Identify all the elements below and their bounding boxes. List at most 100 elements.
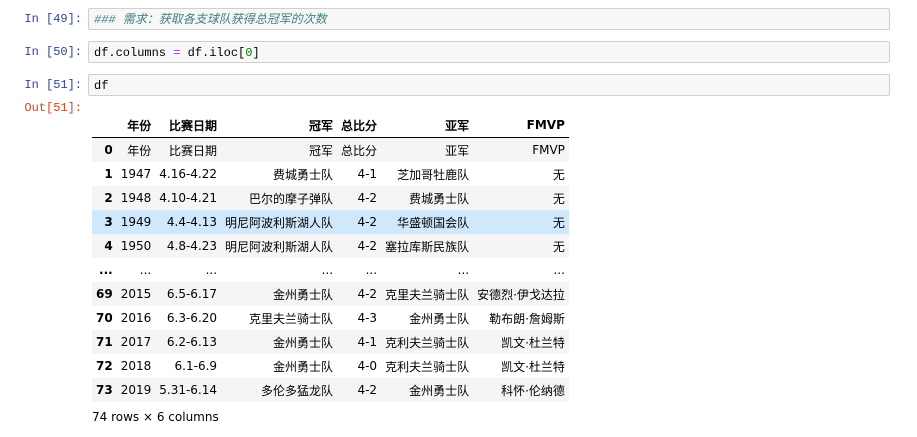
table-row: 71 2017 6.2-6.13 金州勇士队 4-1 克利夫兰骑士队 凯文·杜兰特 [92, 330, 569, 354]
table-cell: 1947 [120, 167, 152, 181]
input-prompt: In [50]: [24, 45, 82, 59]
table-cell: 6.5-6.17 [166, 287, 218, 301]
column-header: 总比分 [337, 113, 382, 138]
table-cell: 6.1-6.9 [174, 359, 218, 373]
table-cell: 芝加哥牡鹿队 [397, 167, 470, 182]
row-index: 0 [104, 143, 113, 157]
table-cell: 科怀·伦纳德 [501, 383, 565, 398]
table-cell: 4-1 [357, 335, 378, 349]
table-cell: 2017 [120, 335, 152, 349]
table-cell: 费城勇士队 [409, 191, 470, 206]
table-cell: 4-2 [357, 191, 378, 205]
table-cell: 总比分 [341, 143, 378, 158]
table-cell: 4-0 [357, 359, 378, 373]
row-index: 4 [104, 239, 113, 253]
table-cell: 凯文·杜兰特 [501, 359, 565, 374]
table-row: 1 1947 4.16-4.22 费城勇士队 4-1 芝加哥牡鹿队 无 [92, 162, 569, 186]
table-cell: 1950 [120, 239, 152, 253]
table-cell: 明尼阿波利斯湖人队 [225, 215, 334, 230]
input-prompt: In [51]: [24, 78, 82, 92]
table-row: ..................... [92, 258, 569, 282]
code-token: df.columns [94, 46, 174, 60]
code-token: df [94, 79, 109, 93]
column-header: 年份 [116, 113, 156, 138]
table-cell: 安德烈·伊戈达拉 [477, 287, 565, 302]
table-cell: 4-2 [357, 287, 378, 301]
table-cell: 无 [552, 191, 565, 206]
row-index: 3 [104, 215, 113, 229]
table-cell: 金州勇士队 [409, 383, 470, 398]
code-token: df.iloc[ [180, 46, 246, 60]
column-header: FMVP [473, 113, 569, 138]
table-cell: 4.4-4.13 [166, 215, 218, 229]
table-cell: 1948 [120, 191, 152, 205]
table-row: 3 1949 4.4-4.13 明尼阿波利斯湖人队 4-2 华盛顿国会队 无 [92, 210, 569, 234]
table-cell: ... [553, 263, 565, 277]
table-cell: ... [457, 263, 470, 277]
table-cell: 冠军 [309, 143, 334, 158]
code-editor[interactable]: ### 需求：获取各支球队获得总冠军的次数 [88, 8, 890, 30]
dataframe-table: 年份 比赛日期 冠军 总比分 亚军 FMVP 0 年份 比赛日期 冠军 总比分 亚军 FMVP 1 194… [92, 113, 569, 402]
code-editor[interactable]: df [88, 74, 890, 96]
table-cell: 明尼阿波利斯湖人队 [225, 239, 334, 254]
code-token: ### 需求：获取各支球队获得总冠军的次数 [94, 13, 327, 27]
table-cell: 金州勇士队 [409, 311, 470, 326]
table-cell: 年份 [127, 143, 152, 158]
table-cell: 6.3-6.20 [166, 311, 218, 325]
table-cell: 克利夫兰骑士队 [385, 335, 470, 350]
table-cell: 费城勇士队 [273, 167, 334, 182]
table-cell: 多伦多猛龙队 [261, 383, 334, 398]
row-index: 71 [96, 335, 113, 349]
index-header [92, 113, 117, 138]
table-cell: 金州勇士队 [273, 287, 334, 302]
table-header-row: 年份 比赛日期 冠军 总比分 亚军 FMVP [92, 113, 569, 138]
table-cell: 凯文·杜兰特 [501, 335, 565, 350]
output-prompt: Out[51]: [24, 101, 82, 115]
table-cell: 2015 [120, 287, 152, 301]
table-row: 70 2016 6.3-6.20 克里夫兰骑士队 4-3 金州勇士队 勒布朗·詹姆斯 [92, 306, 569, 330]
row-index: 72 [96, 359, 113, 373]
table-cell: ... [365, 263, 378, 277]
table-cell: 比赛日期 [169, 143, 218, 158]
table-cell: 金州勇士队 [273, 359, 334, 374]
row-index: 2 [104, 191, 113, 205]
row-index: ... [99, 263, 113, 277]
table-cell: 无 [552, 239, 565, 254]
row-index: 69 [96, 287, 113, 301]
input-prompt: In [49]: [24, 12, 82, 26]
table-row: 0 年份 比赛日期 冠军 总比分 亚军 FMVP [92, 137, 569, 162]
table-cell: 无 [552, 215, 565, 230]
table-cell: 克里夫兰骑士队 [385, 287, 470, 302]
table-cell: 4-2 [357, 239, 378, 253]
table-cell: 亚军 [445, 143, 470, 158]
table-cell: 4.10-4.21 [159, 191, 218, 205]
table-cell: 4-3 [357, 311, 378, 325]
table-cell: 塞拉库斯民族队 [385, 239, 470, 254]
table-cell: 克里夫兰骑士队 [249, 311, 334, 326]
table-row: 72 2018 6.1-6.9 金州勇士队 4-0 克利夫兰骑士队 凯文·杜兰特 [92, 354, 569, 378]
table-cell: 金州勇士队 [273, 335, 334, 350]
row-index: 1 [104, 167, 113, 181]
table-cell: 4.16-4.22 [159, 167, 218, 181]
table-cell: 克利夫兰骑士队 [385, 359, 470, 374]
table-cell: 勒布朗·詹姆斯 [489, 311, 565, 326]
table-row: 2 1948 4.10-4.21 巴尔的摩子弹队 4-2 费城勇士队 无 [92, 186, 569, 210]
dataframe-shape-info: 74 rows × 6 columns [92, 410, 219, 424]
code-editor[interactable]: df.columns = df.iloc[0] [88, 41, 890, 63]
table-cell: 2018 [120, 359, 152, 373]
table-cell: 4-1 [357, 167, 378, 181]
table-cell: FMVP [532, 143, 565, 157]
column-header: 亚军 [381, 113, 474, 138]
table-row: 73 2019 5.31-6.14 多伦多猛龙队 4-2 金州勇士队 科怀·伦纳德 [92, 378, 569, 402]
table-cell: 1949 [120, 215, 152, 229]
code-token: ] [252, 46, 260, 60]
table-cell: 4-2 [357, 215, 378, 229]
table-cell: 6.2-6.13 [166, 335, 218, 349]
row-index: 73 [96, 383, 113, 397]
table-cell: 5.31-6.14 [159, 383, 218, 397]
table-cell: ... [139, 263, 152, 277]
table-cell: ... [321, 263, 334, 277]
table-row: 69 2015 6.5-6.17 金州勇士队 4-2 克里夫兰骑士队 安德烈·伊戈达拉 [92, 282, 569, 306]
table-cell: 华盛顿国会队 [397, 215, 470, 230]
table-cell: 2016 [120, 311, 152, 325]
